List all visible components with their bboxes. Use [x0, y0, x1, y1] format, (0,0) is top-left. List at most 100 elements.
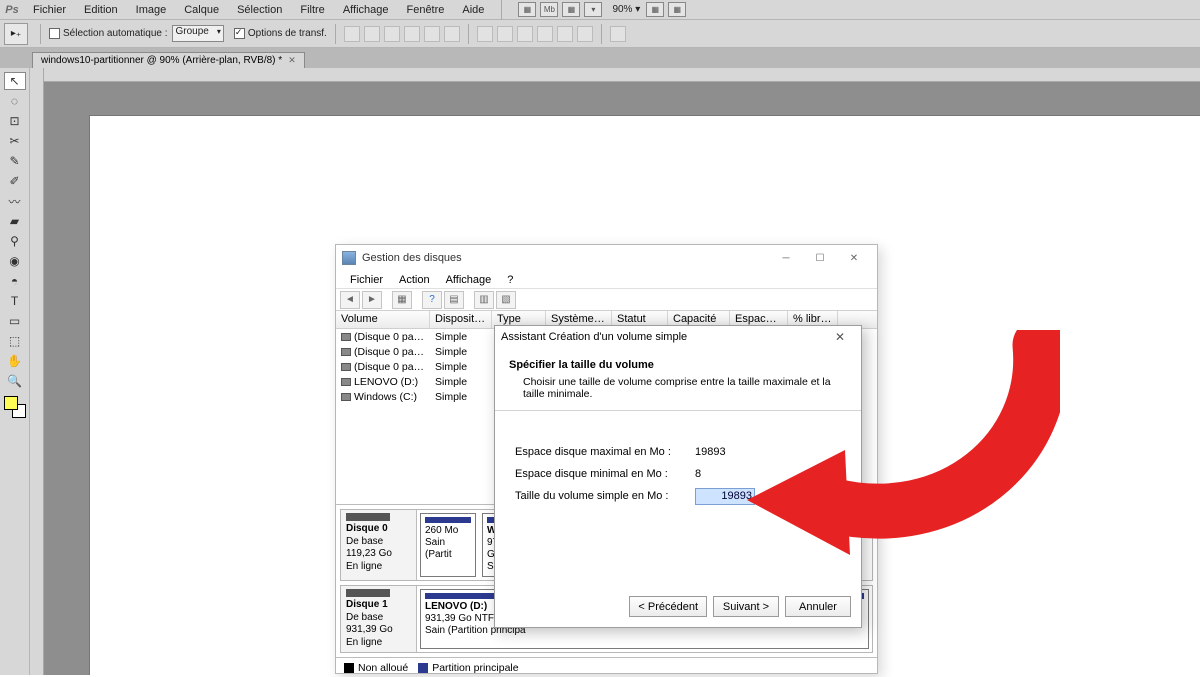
dm-title: Gestion des disques — [362, 252, 462, 264]
tool-crop[interactable]: ✂ — [4, 132, 26, 150]
next-button[interactable]: Suivant > — [713, 596, 779, 617]
help-icon[interactable]: ? — [422, 291, 442, 309]
close-button[interactable]: ✕ — [837, 248, 871, 268]
toolbar-icon[interactable]: ▧ — [496, 291, 516, 309]
menu-affichage[interactable]: Affichage — [334, 4, 398, 16]
divider — [501, 0, 502, 20]
wizard-buttons: < Précédent Suivant > Annuler — [629, 596, 851, 617]
minimize-button[interactable]: ─ — [769, 248, 803, 268]
legend-swatch-unallocated — [344, 663, 354, 673]
distribute-icon[interactable] — [577, 26, 593, 42]
min-space-value: 8 — [695, 468, 761, 480]
tool-lasso[interactable]: ⊡ — [4, 112, 26, 130]
distribute-icon[interactable] — [537, 26, 553, 42]
disk-icon — [346, 513, 390, 521]
close-icon[interactable]: ✕ — [825, 330, 855, 344]
zoom-indicator[interactable]: 90% ▾ — [612, 4, 640, 15]
dm-menu-fichier[interactable]: Fichier — [342, 274, 391, 286]
tool-move[interactable]: ↖ — [4, 72, 26, 90]
wizard-titlebar[interactable]: Assistant Création d'un volume simple ✕ — [495, 326, 861, 347]
partition[interactable]: 260 Mo Sain (Partit — [420, 513, 476, 577]
back-icon[interactable]: ◄ — [340, 291, 360, 309]
align-icon[interactable] — [364, 26, 380, 42]
menu-fichier[interactable]: Fichier — [24, 4, 75, 16]
cancel-button[interactable]: Annuler — [785, 596, 851, 617]
min-space-label: Espace disque minimal en Mo : — [515, 468, 695, 480]
hdr-icon-2[interactable]: Mb — [540, 2, 558, 17]
auto-select-dropdown[interactable]: Groupe — [172, 25, 224, 42]
col-disposition[interactable]: Disposition — [430, 311, 492, 328]
tool-clone[interactable]: 〰 — [4, 192, 26, 210]
align-icon[interactable] — [344, 26, 360, 42]
align-icon[interactable] — [424, 26, 440, 42]
align-icon[interactable] — [384, 26, 400, 42]
misc-icon[interactable] — [610, 26, 626, 42]
fg-color-swatch[interactable] — [4, 396, 18, 410]
tool-pen[interactable]: ◓ — [4, 272, 26, 290]
distribute-icon[interactable] — [517, 26, 533, 42]
ps-document-tabs: windows10-partitionner @ 90% (Arrière-pl… — [0, 48, 1200, 68]
align-icon[interactable] — [404, 26, 420, 42]
ps-header-icons-2: ▦ ▦ — [646, 2, 686, 17]
tool-shape[interactable]: ▭ — [4, 312, 26, 330]
dm-menu-help[interactable]: ? — [499, 274, 521, 286]
ps-toolbox: ↖ ◌ ⊡ ✂ ✎ ✐ 〰 ▰ ⚲ ◉ ◓ T ▭ ⬚ ✋ 🔍 — [0, 68, 30, 675]
toolbar-icon[interactable]: ▤ — [444, 291, 464, 309]
previous-button[interactable]: < Précédent — [629, 596, 707, 617]
forward-icon[interactable]: ► — [362, 291, 382, 309]
hdr-icon-1[interactable]: ▦ — [518, 2, 536, 17]
move-tool-icon[interactable]: ▸₊ — [4, 23, 28, 45]
hdr-icon-3[interactable]: ▦ — [562, 2, 580, 17]
tool-eyedropper[interactable]: ✎ — [4, 152, 26, 170]
disk-kind: De base — [346, 612, 383, 623]
disk-header: Disque 0 De base 119,23 Go En ligne — [341, 510, 417, 580]
menu-aide[interactable]: Aide — [453, 4, 493, 16]
menu-fenetre[interactable]: Fenêtre — [397, 4, 453, 16]
tool-dodge[interactable]: ◉ — [4, 252, 26, 270]
tool-brush[interactable]: ✐ — [4, 172, 26, 190]
dm-menu-action[interactable]: Action — [391, 274, 438, 286]
hdr-icon-6[interactable]: ▦ — [668, 2, 686, 17]
distribute-icon[interactable] — [557, 26, 573, 42]
menu-filtre[interactable]: Filtre — [291, 4, 333, 16]
divider — [601, 24, 602, 44]
tool-path[interactable]: ⬚ — [4, 332, 26, 350]
disk-name: Disque 1 — [346, 599, 388, 610]
align-group-1 — [344, 26, 460, 42]
color-swatches[interactable] — [4, 396, 26, 418]
part-label: LENOVO (D:) — [425, 601, 487, 612]
tool-zoom[interactable]: 🔍 — [4, 372, 26, 390]
close-tab-icon[interactable]: ✕ — [288, 55, 296, 66]
toolbar-icon[interactable]: ▥ — [474, 291, 494, 309]
menu-selection[interactable]: Sélection — [228, 4, 291, 16]
tool-marquee[interactable]: ◌ — [4, 92, 26, 110]
maximize-button[interactable]: ☐ — [803, 248, 837, 268]
menu-calque[interactable]: Calque — [175, 4, 228, 16]
transform-checkbox[interactable] — [234, 28, 245, 39]
align-icon[interactable] — [444, 26, 460, 42]
volume-size-input[interactable] — [695, 488, 755, 505]
hdr-icon-4[interactable]: ▾ — [584, 2, 602, 17]
tool-eraser[interactable]: ▰ — [4, 212, 26, 230]
tool-hand[interactable]: ✋ — [4, 352, 26, 370]
distribute-icon[interactable] — [497, 26, 513, 42]
ruler-vertical — [30, 68, 44, 675]
dm-titlebar[interactable]: Gestion des disques ─ ☐ ✕ — [336, 245, 877, 271]
auto-select-checkbox[interactable] — [49, 28, 60, 39]
align-group-2 — [477, 26, 593, 42]
menu-image[interactable]: Image — [127, 4, 176, 16]
hdr-icon-5[interactable]: ▦ — [646, 2, 664, 17]
menu-edition[interactable]: Edition — [75, 4, 127, 16]
col-volume[interactable]: Volume — [336, 311, 430, 328]
document-tab[interactable]: windows10-partitionner @ 90% (Arrière-pl… — [32, 52, 305, 68]
tool-gradient[interactable]: ⚲ — [4, 232, 26, 250]
distribute-icon[interactable] — [477, 26, 493, 42]
divider — [40, 24, 41, 44]
tool-type[interactable]: T — [4, 292, 26, 310]
toolbar-icon[interactable]: ▦ — [392, 291, 412, 309]
legend-primary: Partition principale — [432, 662, 518, 674]
disk-state: En ligne — [346, 561, 382, 572]
wizard-header: Spécifier la taille du volume Choisir un… — [495, 347, 861, 411]
ps-menu-bar: Ps Fichier Edition Image Calque Sélectio… — [0, 0, 1200, 20]
dm-menu-affichage[interactable]: Affichage — [438, 274, 500, 286]
